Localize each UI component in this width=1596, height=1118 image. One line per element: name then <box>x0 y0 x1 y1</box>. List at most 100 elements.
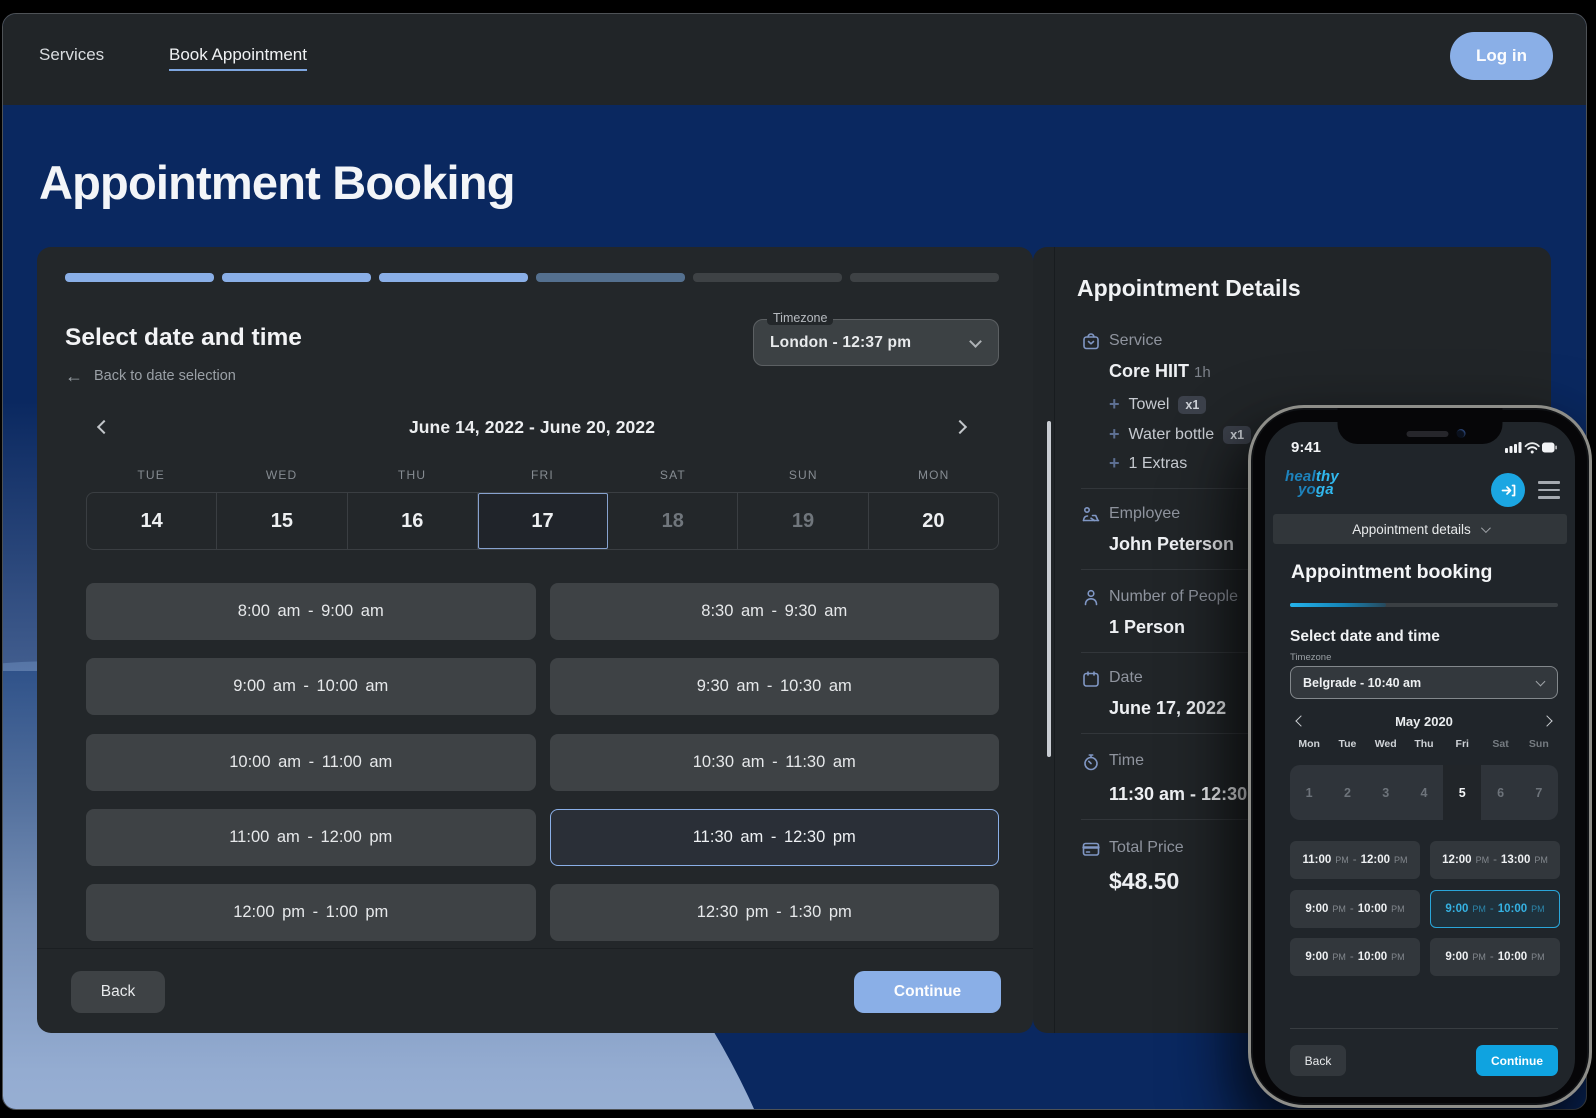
day-name: WED <box>216 468 346 482</box>
phone-heading: Appointment booking <box>1291 561 1492 584</box>
phone-details-bar[interactable]: Appointment details <box>1273 514 1567 544</box>
phone-section-heading: Select date and time <box>1290 628 1440 646</box>
phone-date-cell-1[interactable]: 1 <box>1290 765 1328 820</box>
extra-water-bottle: +Water bottlex1 <box>1109 424 1251 445</box>
back-button[interactable]: Back <box>71 971 165 1013</box>
phone-day-name: Wed <box>1367 738 1405 750</box>
back-to-date-link[interactable]: ← Back to date selection <box>65 368 236 384</box>
nav-services[interactable]: Services <box>39 45 104 65</box>
phone-date-cell-2[interactable]: 2 <box>1328 765 1366 820</box>
menu-icon[interactable] <box>1538 481 1560 504</box>
date-cell-17[interactable]: 17 <box>478 493 608 549</box>
phone-time-slot[interactable]: 9:00PM-10:00PM <box>1430 890 1560 928</box>
scrollbar-thumb[interactable] <box>1047 421 1051 757</box>
footer-divider <box>37 948 1033 949</box>
phone-time-slot[interactable]: 11:00PM-12:00PM <box>1290 841 1420 879</box>
date-cell-14[interactable]: 14 <box>87 493 217 549</box>
phone-footer-divider <box>1290 1028 1558 1029</box>
day-name: TUE <box>86 468 216 482</box>
phone-month-nav: May 2020 <box>1290 714 1558 730</box>
week-nav: June 14, 2022 - June 20, 2022 <box>65 414 999 440</box>
time-slot[interactable]: 9:00 am - 10:00 am <box>86 658 536 715</box>
time-slot[interactable]: 8:30 am - 9:30 am <box>550 583 1000 640</box>
day-name: MON <box>869 468 999 482</box>
phone-month: May 2020 <box>1290 714 1558 729</box>
phone-date-cell-7[interactable]: 7 <box>1520 765 1558 820</box>
step-heading: Select date and time <box>65 324 302 352</box>
page-title: Appointment Booking <box>39 155 515 210</box>
continue-button[interactable]: Continue <box>854 971 1001 1013</box>
date-value: June 17, 2022 <box>1109 698 1226 719</box>
date-label: Date <box>1109 669 1143 687</box>
phone-day-name: Thu <box>1405 738 1443 750</box>
phone-time-slot[interactable]: 12:00PM-13:00PM <box>1430 841 1560 879</box>
phone-back-button[interactable]: Back <box>1290 1045 1346 1076</box>
phone-date-cell-5[interactable]: 5 <box>1443 765 1481 820</box>
progress-segment-partial <box>536 273 685 282</box>
phone-notch <box>1338 408 1503 444</box>
phone-login-button[interactable] <box>1491 473 1525 507</box>
phone-day-name: Mon <box>1290 738 1328 750</box>
progress-segment-empty <box>693 273 842 282</box>
time-slot[interactable]: 11:30 am - 12:30 pm <box>550 809 1000 866</box>
phone-date-cell-4[interactable]: 4 <box>1405 765 1443 820</box>
time-slot[interactable]: 10:30 am - 11:30 am <box>550 734 1000 791</box>
phone-date-cell-3[interactable]: 3 <box>1367 765 1405 820</box>
time-slot[interactable]: 10:00 am - 11:00 am <box>86 734 536 791</box>
phone-camera <box>1457 429 1466 438</box>
phone-screen: 9:41 healthy yoga Appointment deta <box>1265 422 1575 1097</box>
total-price-label: Total Price <box>1109 839 1184 857</box>
day-name: THU <box>347 468 477 482</box>
phone-time-slot[interactable]: 9:00PM-10:00PM <box>1290 890 1420 928</box>
week-range: June 14, 2022 - June 20, 2022 <box>65 417 999 438</box>
date-icon <box>1081 669 1101 689</box>
time-slot[interactable]: 8:00 am - 9:00 am <box>86 583 536 640</box>
phone-date-cell-6[interactable]: 6 <box>1481 765 1519 820</box>
nav-book-appointment[interactable]: Book Appointment <box>169 45 307 71</box>
booking-card: Select date and time Timezone London - 1… <box>37 247 1033 1033</box>
total-price-value: $48.50 <box>1109 868 1179 895</box>
day-name: SUN <box>738 468 868 482</box>
phone-time-slots: 11:00PM-12:00PM 12:00PM-13:00PM 9:00PM-10:… <box>1290 841 1560 976</box>
login-button[interactable]: Log in <box>1450 32 1553 80</box>
date-cell-19[interactable]: 19 <box>738 493 868 549</box>
people-value: 1 Person <box>1109 617 1185 638</box>
panel-divider-line <box>1054 247 1055 1033</box>
day-name: SAT <box>608 468 738 482</box>
phone-time-slot[interactable]: 9:00PM-10:00PM <box>1290 938 1420 976</box>
time-slot[interactable]: 9:30 am - 10:30 am <box>550 658 1000 715</box>
phone-day-names: MonTueWedThuFriSatSun <box>1290 738 1558 750</box>
service-label: Service <box>1109 332 1162 350</box>
progress-segment-filled <box>65 273 214 282</box>
time-slot[interactable]: 11:00 am - 12:00 pm <box>86 809 536 866</box>
phone-status-icons <box>1505 441 1557 454</box>
phone-timezone-select[interactable]: Belgrade - 10:40 am <box>1290 666 1558 699</box>
chevron-down-icon <box>1536 677 1546 687</box>
phone-mockup: 9:41 healthy yoga Appointment deta <box>1248 405 1592 1108</box>
time-icon <box>1081 752 1101 772</box>
decorative-glow <box>3 401 37 671</box>
service-icon <box>1081 331 1101 351</box>
time-slot[interactable]: 12:00 pm - 1:00 pm <box>86 884 536 941</box>
date-cell-15[interactable]: 15 <box>217 493 347 549</box>
date-cell-18[interactable]: 18 <box>608 493 738 549</box>
phone-day-name: Tue <box>1328 738 1366 750</box>
time-slot[interactable]: 12:30 pm - 1:30 pm <box>550 884 1000 941</box>
chevron-down-icon <box>969 335 982 348</box>
phone-time-slot[interactable]: 9:00PM-10:00PM <box>1430 938 1560 976</box>
timezone-select[interactable]: Timezone London - 12:37 pm <box>753 319 999 366</box>
phone-day-name: Sat <box>1481 738 1519 750</box>
date-cell-16[interactable]: 16 <box>348 493 478 549</box>
date-cell-20[interactable]: 20 <box>869 493 998 549</box>
time-label: Time <box>1109 752 1144 770</box>
date-row: 14151617181920 <box>86 492 999 550</box>
employee-icon <box>1081 505 1101 525</box>
day-name: FRI <box>477 468 607 482</box>
phone-timezone-label: Timezone <box>1290 652 1331 663</box>
progress-segment-filled <box>222 273 371 282</box>
phone-day-name: Fri <box>1443 738 1481 750</box>
phone-continue-button[interactable]: Continue <box>1476 1045 1558 1076</box>
chevron-down-icon <box>1481 523 1491 533</box>
login-arrow-icon <box>1501 483 1516 498</box>
extra-extras: +1 Extras <box>1109 453 1187 474</box>
